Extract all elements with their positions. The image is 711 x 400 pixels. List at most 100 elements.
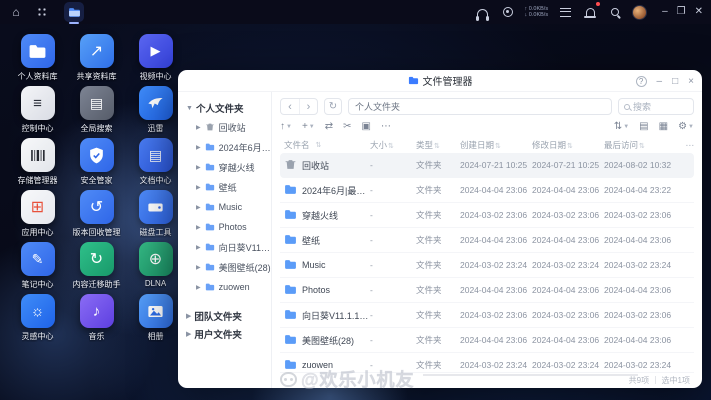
window-minimize-button[interactable]: – [657, 76, 663, 87]
view-settings-button[interactable]: ⚙ ▼ [678, 121, 694, 132]
file-table-body: 回收站 - 文件夹 2024-07-21 10:25 2024-07-21 10:25 2… [280, 153, 694, 372]
desktop-icon-storage-manager[interactable]: 存储管理器 [8, 138, 67, 190]
desktop-icon-shared-library[interactable]: ↗ 共享资料库 [67, 34, 126, 86]
upload-button[interactable]: ↑ ▼ [280, 121, 292, 132]
table-row[interactable]: 壁纸 - 文件夹 2024-04-04 23:06 2024-04-04 23:06 20… [280, 228, 694, 253]
desktop-icon-idea-center[interactable]: ☼ 灵感中心 [8, 294, 67, 346]
file-size: - [370, 210, 373, 220]
sidebar-root-personal[interactable]: ▼ 个人文件夹 [186, 99, 271, 117]
trash-icon [284, 158, 297, 173]
table-row[interactable]: 回收站 - 文件夹 2024-07-21 10:25 2024-07-21 10:25 2… [280, 153, 694, 178]
table-row[interactable]: 2024年6月|最新电影(8K10…- 文件夹 2024-04-04 23:06 20… [280, 178, 694, 203]
chevron-down-icon: ▼ [308, 123, 315, 130]
refresh-button[interactable]: ↻ [324, 98, 342, 115]
desktop-icon-control-center[interactable]: ≡ 控制中心 [8, 86, 67, 138]
sidebar-item-folder-4[interactable]: ▶ Music [186, 197, 271, 217]
window-maximize-button[interactable]: □ [672, 76, 678, 87]
support-headset-icon[interactable] [475, 4, 491, 21]
personal-library-icon [20, 34, 55, 68]
home-icon[interactable]: ⌂ [8, 4, 24, 20]
sidebar-item-folder-7[interactable]: ▶ 美图壁纸(28) [186, 257, 271, 277]
sidebar-item-label: Photos [218, 222, 247, 232]
desktop-icon-dlna[interactable]: ⊕ DLNA [126, 242, 185, 294]
minimize-button[interactable]: – [662, 7, 668, 17]
desktop-icon-doc-center[interactable]: ▤ 文档中心 [126, 138, 185, 190]
more-actions-button[interactable]: ⋯ [381, 121, 391, 132]
share-button[interactable]: ⇄ [325, 121, 333, 132]
desktop-icon-music[interactable]: ♪ 音乐 [67, 294, 126, 346]
search-icon[interactable] [607, 4, 623, 20]
sidebar-item-folder-1[interactable]: ▶ 2024年6月|最新电影(8K1… [186, 137, 271, 157]
table-row[interactable]: Photos - 文件夹 2024-04-04 23:06 2024-04-04 23:… [280, 278, 694, 303]
column-header-2[interactable]: 类型⇅ [416, 139, 460, 151]
sidebar-section-1[interactable]: ▶ 用户文件夹 [186, 325, 271, 343]
table-row[interactable]: 美图壁纸(28) - 文件夹 2024-04-04 23:06 2024-04-04 2… [280, 328, 694, 353]
desktop-icon-label: 相册 [147, 332, 164, 341]
close-button[interactable]: ✕ [695, 7, 703, 17]
search-input[interactable]: 搜索 [618, 98, 694, 115]
maximize-button[interactable]: ❐ [677, 7, 686, 17]
window-close-button[interactable]: × [688, 76, 694, 87]
columns-more-button[interactable]: ⋯ [676, 140, 695, 151]
column-header-5[interactable]: 最后访问⇅ [604, 139, 676, 151]
desktop-icon-video-center[interactable]: ▶ 视频中心 [126, 34, 185, 86]
column-header-4[interactable]: 修改日期⇅ [532, 139, 604, 151]
file-accessed: 2024-04-04 23:06 [604, 335, 672, 345]
desktop-icon-label: 版本回收管理 [72, 228, 121, 237]
column-header-1[interactable]: 大小⇅ [370, 139, 416, 151]
desktop-icon-xunlei[interactable]: 迅雷 [126, 86, 185, 138]
system-topbar: ⌂ ↑ 0.0KB/s ↓ 0.0KB/s – ❐ ✕ [0, 0, 711, 24]
table-row[interactable]: 向日葵V11.1.1.1052- 文件夹 2024-03-02 23:06 2024-… [280, 303, 694, 328]
file-name-cell: 穿越火线 [280, 208, 370, 223]
sidebar-item-folder-8[interactable]: ▶ zuowen [186, 277, 271, 297]
desktop-icon-label: 迅雷 [147, 124, 164, 133]
table-row[interactable]: Music - 文件夹 2024-03-02 23:24 2024-03-02 23:2… [280, 253, 694, 278]
window-titlebar[interactable]: 文件管理器 ? – □ × [178, 70, 702, 92]
notification-badge [596, 2, 601, 6]
sidebar-item-label: 向日葵V11.1.1.10… [218, 242, 271, 253]
table-row[interactable]: zuowen - 文件夹 2024-03-02 23:24 2024-03-02 23:… [280, 353, 694, 372]
sidebar-item-folder-6[interactable]: ▶ 向日葵V11.1.1.10… [186, 237, 271, 257]
address-breadcrumb[interactable]: 个人文件夹 [348, 98, 612, 115]
column-header-0[interactable]: 文件名 ⇅ [280, 139, 370, 151]
sidebar-section-label: 团队文件夹 [194, 312, 242, 323]
menu-icon[interactable] [557, 4, 573, 20]
cut-button[interactable]: ✂ [343, 121, 351, 132]
desktop-icon-security-manager[interactable]: 安全管家 [67, 138, 126, 190]
desktop-icon-note-center[interactable]: ✎ 笔记中心 [8, 242, 67, 294]
desktop-icon-version-recycle[interactable]: ↺ 版本回收管理 [67, 190, 126, 242]
sort-button[interactable]: ⇅ ▼ [614, 121, 629, 132]
sort-icon: ⇅ [495, 143, 501, 150]
copy-button[interactable]: ▣ [362, 121, 371, 132]
sidebar-bottom-sections: ▶ 团队文件夹 ▶ 用户文件夹 [186, 307, 271, 343]
sort-icon: ⇅ [567, 143, 573, 150]
column-header-3[interactable]: 创建日期⇅ [460, 139, 532, 151]
file-name-cell: Music [280, 258, 370, 273]
forward-button[interactable]: › [299, 99, 317, 114]
desktop-icon-app-center[interactable]: ⊞ 应用中心 [8, 190, 67, 242]
sidebar-item-folder-5[interactable]: ▶ Photos [186, 217, 271, 237]
desktop-icon-personal-library[interactable]: 个人资料库 [8, 34, 67, 86]
desktop-icon-migrate-helper[interactable]: ↻ 内容迁移助手 [67, 242, 126, 294]
back-button[interactable]: ‹ [281, 99, 299, 114]
desktop-icon-photos-app[interactable]: 相册 [126, 294, 185, 346]
user-avatar[interactable] [632, 4, 648, 20]
sidebar-section-0[interactable]: ▶ 团队文件夹 [186, 307, 271, 325]
sidebar-item-folder-3[interactable]: ▶ 壁纸 [186, 177, 271, 197]
new-folder-button[interactable]: + ▼ [302, 121, 315, 132]
view-list-button[interactable]: ▦ [659, 121, 668, 132]
running-app-file-manager[interactable] [64, 2, 84, 24]
app-grid-icon[interactable] [34, 4, 50, 20]
sidebar-item-trash-0[interactable]: ▶ 回收站 [186, 117, 271, 137]
notification-bell-icon[interactable] [582, 2, 601, 20]
help-button[interactable]: ? [635, 75, 647, 87]
sidebar-item-folder-2[interactable]: ▶ 穿越火线 [186, 157, 271, 177]
view-grid-button[interactable]: ▤ [639, 121, 648, 132]
column-header-label: 最后访问 [604, 140, 639, 150]
record-icon[interactable] [500, 4, 516, 20]
desktop-icon-disk-tool[interactable]: 磁盘工具 [126, 190, 185, 242]
view-settings-icon: ⚙ [678, 121, 688, 132]
desktop-icon-global-search[interactable]: ▤ 全局搜索 [67, 86, 126, 138]
migrate-helper-icon: ↻ [79, 242, 114, 276]
table-row[interactable]: 穿越火线 - 文件夹 2024-03-02 23:06 2024-03-02 23:06… [280, 203, 694, 228]
